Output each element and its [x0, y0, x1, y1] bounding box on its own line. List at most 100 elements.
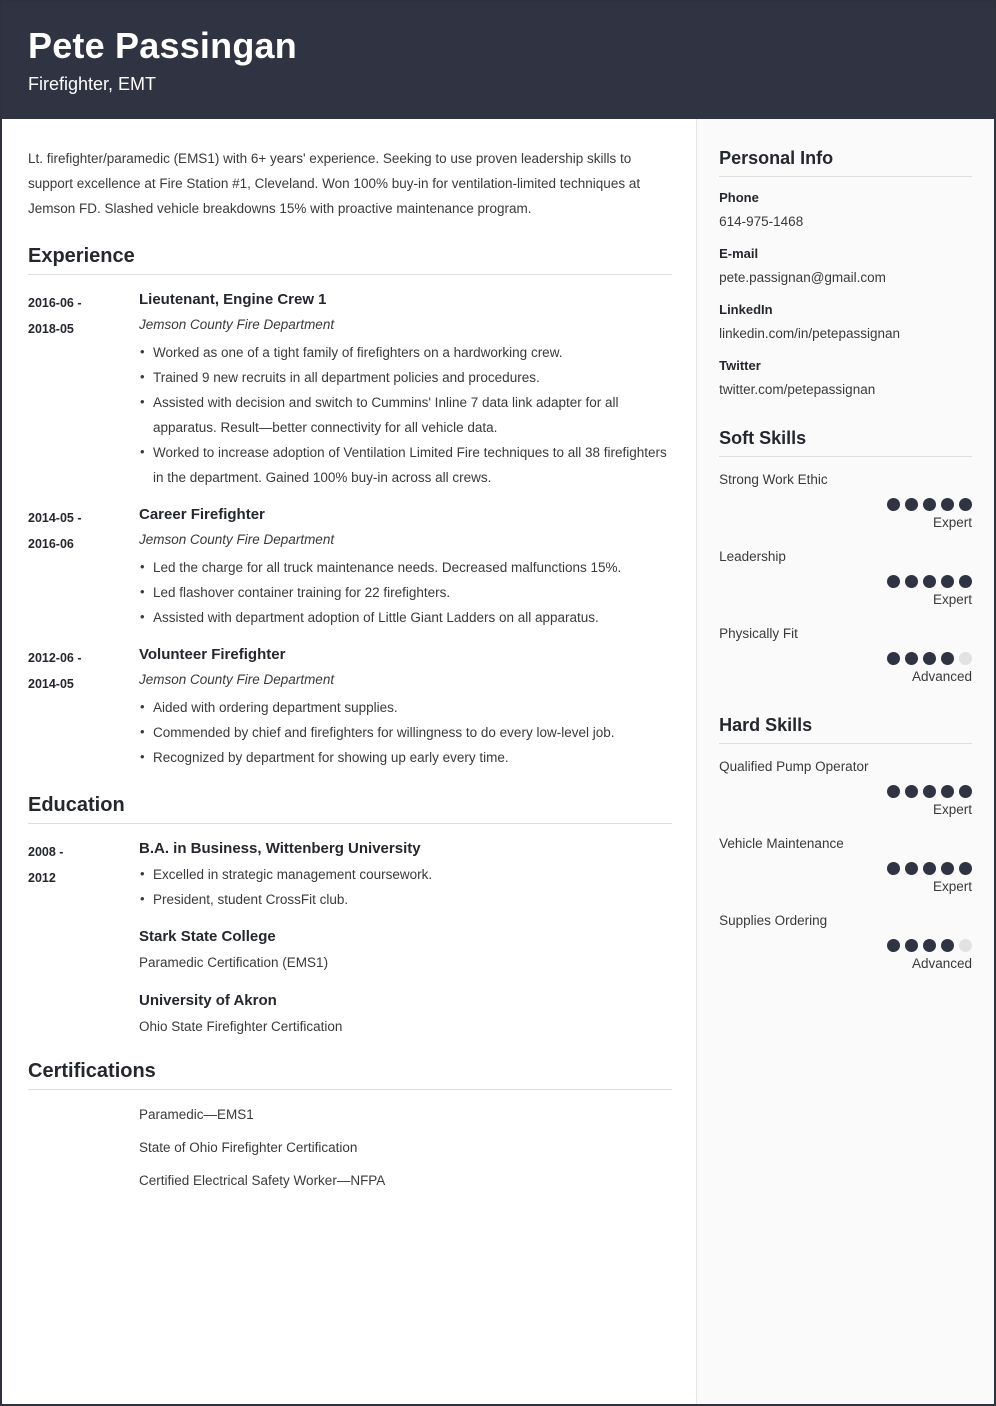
personal-info-label: Twitter [719, 358, 761, 373]
experience-date-line1: 2016-06 - [28, 296, 82, 310]
bullet-item: President, student CrossFit club. [139, 886, 672, 912]
experience-body: Volunteer Firefighter Jemson County Fire … [139, 644, 672, 770]
certification-list: Paramedic—EMS1 State of Ohio Firefighter … [28, 1104, 672, 1192]
hard-skill-item: Supplies Ordering Advanced [719, 911, 972, 975]
bullet-item: Worked to increase adoption of Ventilati… [139, 439, 672, 490]
experience-date: 2012-06 - 2014-05 [28, 644, 139, 770]
personal-info-value[interactable]: linkedin.com/in/petepassignan [719, 322, 972, 345]
experience-date-line2: 2014-05 [28, 677, 74, 691]
hard-skill-name: Supplies Ordering [719, 913, 828, 928]
bullet-item: Led flashover container training for 22 … [139, 579, 672, 605]
education-date-line1: 2008 - [28, 845, 64, 859]
personal-info-list: Phone 614-975-1468 E-mail pete.passignan@gm… [719, 188, 972, 401]
rating-dot-filled [959, 785, 972, 798]
bullet-item: Excelled in strategic management coursew… [139, 861, 672, 887]
education-school-name: Stark State College [139, 928, 276, 945]
experience-bullet-list: Led the charge for all truck maintenance… [139, 554, 672, 630]
soft-skill-level: Expert [932, 515, 972, 530]
personal-info-item: LinkedIn linkedin.com/in/petepassignan [719, 300, 972, 345]
soft-skill-name: Strong Work Ethic [719, 472, 828, 487]
hard-skill-rating-dots [719, 939, 972, 952]
section-heading-education: Education [28, 794, 673, 824]
hard-skill-level: Expert [932, 879, 972, 894]
resume-header: Pete Passingan Firefighter, EMT [2, 2, 994, 119]
education-other-schools: Stark State College Paramedic Certificati… [139, 926, 672, 1040]
experience-job-title: Career Firefighter [139, 506, 265, 523]
experience-entry: 2012-06 - 2014-05 Volunteer Firefighter Jem… [28, 644, 672, 770]
rating-dot-filled [923, 785, 936, 798]
rating-dot-filled [905, 785, 918, 798]
resume-page: Pete Passingan Firefighter, EMT Lt. fire… [0, 0, 996, 1406]
rating-dot-filled [905, 498, 918, 511]
education-date: 2008 - 2012 [28, 838, 139, 1040]
soft-skill-rating-dots [719, 498, 972, 511]
experience-date: 2014-05 - 2016-06 [28, 504, 139, 630]
hard-skill-name: Qualified Pump Operator [719, 759, 869, 774]
rating-dot-filled [941, 862, 954, 875]
hard-skill-item: Vehicle Maintenance Expert [719, 834, 972, 898]
experience-employer: Jemson County Fire Department [139, 532, 335, 547]
education-school-detail: Paramedic Certification (EMS1) [139, 955, 329, 970]
soft-skill-name: Leadership [719, 549, 786, 564]
experience-job-title: Volunteer Firefighter [139, 646, 286, 663]
bullet-item: Led the charge for all truck maintenance… [139, 554, 672, 580]
soft-skill-rating-dots [719, 652, 972, 665]
bullet-item: Worked as one of a tight family of firef… [139, 339, 672, 365]
education-bullet-list: Excelled in strategic management coursew… [139, 861, 672, 912]
rating-dot-filled [905, 939, 918, 952]
rating-dot-filled [905, 862, 918, 875]
rating-dot-filled [923, 498, 936, 511]
rating-dot-filled [887, 652, 900, 665]
rating-dot-filled [923, 575, 936, 588]
experience-date-line1: 2012-06 - [28, 651, 82, 665]
experience-date: 2016-06 - 2018-05 [28, 289, 139, 490]
section-heading-hard-skills: Hard Skills [719, 715, 972, 744]
personal-info-value[interactable]: pete.passignan@gmail.com [719, 266, 972, 289]
rating-dot-filled [923, 652, 936, 665]
hard-skill-rating-dots [719, 862, 972, 875]
soft-skill-item: Physically Fit Advanced [719, 624, 972, 688]
soft-skill-name: Physically Fit [719, 626, 798, 641]
personal-info-label: E-mail [719, 246, 759, 261]
soft-skill-item: Leadership Expert [719, 547, 972, 611]
experience-employer: Jemson County Fire Department [139, 672, 335, 687]
hard-skill-name: Vehicle Maintenance [719, 836, 844, 851]
hard-skill-rating-dots [719, 785, 972, 798]
soft-skill-list: Strong Work Ethic Expert Leadership Expert P… [719, 470, 972, 688]
soft-skill-rating-dots [719, 575, 972, 588]
rating-dot-filled [887, 498, 900, 511]
sidebar-column: Personal Info Phone 614-975-1468 E-mail pet… [696, 119, 994, 1404]
experience-entry-list: 2016-06 - 2018-05 Lieutenant, Engine Crew … [28, 289, 672, 770]
rating-dot-empty [959, 652, 972, 665]
section-heading-experience: Experience [28, 245, 673, 275]
bullet-item: Assisted with department adoption of Lit… [139, 604, 672, 630]
certification-item: State of Ohio Firefighter Certification [139, 1140, 358, 1155]
soft-skill-level: Expert [932, 592, 972, 607]
candidate-job-title: Firefighter, EMT [28, 74, 157, 94]
personal-info-item: E-mail pete.passignan@gmail.com [719, 244, 972, 289]
resume-body: Lt. firefighter/paramedic (EMS1) with 6+… [2, 119, 994, 1404]
experience-employer: Jemson County Fire Department [139, 317, 335, 332]
rating-dot-filled [887, 862, 900, 875]
education-body: B.A. in Business, Wittenberg University … [139, 838, 672, 1040]
experience-date-line1: 2014-05 - [28, 511, 82, 525]
education-school-name: University of Akron [139, 992, 277, 1009]
rating-dot-filled [941, 939, 954, 952]
personal-info-value[interactable]: 614-975-1468 [719, 210, 972, 233]
candidate-name: Pete Passingan [28, 25, 297, 66]
experience-entry: 2014-05 - 2016-06 Career Firefighter Jemson… [28, 504, 672, 630]
education-date-line2: 2012 [28, 871, 56, 885]
hard-skill-list: Qualified Pump Operator Expert Vehicle Mai… [719, 757, 972, 975]
certification-item: Certified Electrical Safety Worker—NFPA [139, 1173, 386, 1188]
rating-dot-filled [887, 939, 900, 952]
section-heading-soft-skills: Soft Skills [719, 428, 972, 457]
personal-info-item: Twitter twitter.com/petepassignan [719, 356, 972, 401]
education-entry: 2008 - 2012 B.A. in Business, Wittenberg… [28, 838, 672, 1040]
bullet-item: Aided with ordering department supplies. [139, 694, 672, 720]
bullet-item: Recognized by department for showing up … [139, 744, 672, 770]
education-degree-title: B.A. in Business, Wittenberg University [139, 840, 421, 857]
personal-info-value[interactable]: twitter.com/petepassignan [719, 378, 972, 401]
personal-info-item: Phone 614-975-1468 [719, 188, 972, 233]
experience-date-line2: 2016-06 [28, 537, 74, 551]
main-column: Lt. firefighter/paramedic (EMS1) with 6+… [2, 119, 697, 1404]
